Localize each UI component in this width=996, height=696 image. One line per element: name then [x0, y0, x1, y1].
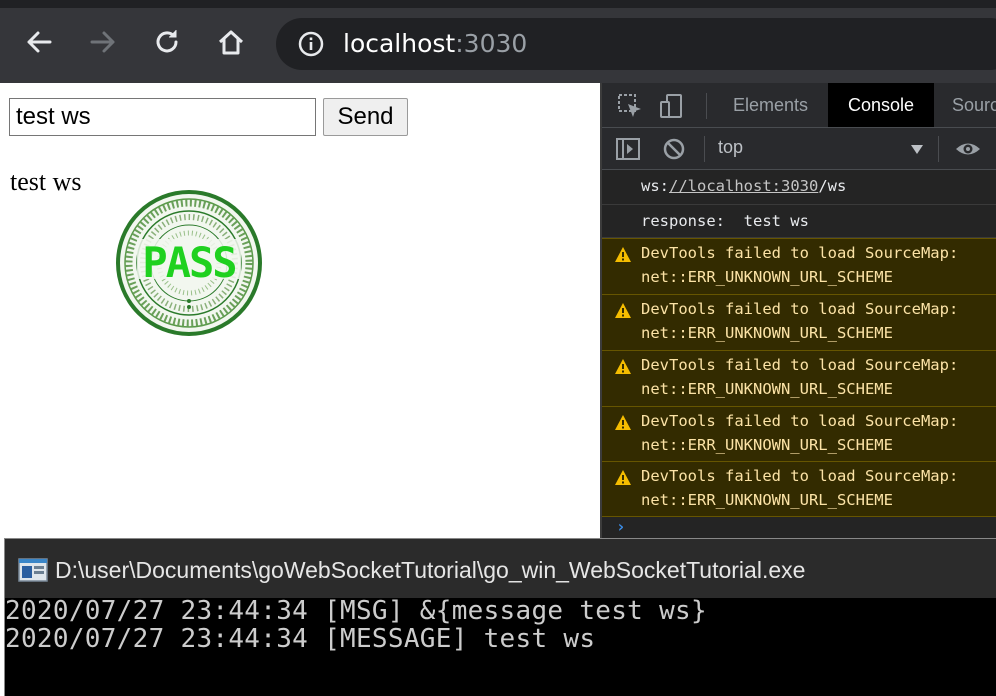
browser-toolbar: localhost:3030 [0, 8, 996, 83]
warning-text-line1: DevTools failed to load SourceMap: [641, 467, 959, 485]
warning-icon [615, 247, 631, 262]
devtools-tab-bar: Elements Console Sourc [602, 83, 996, 128]
warning-icon [615, 470, 631, 485]
warning-icon [615, 359, 631, 374]
console-warning-row: DevTools failed to load SourceMap: net::… [602, 406, 996, 462]
toolbar-divider [938, 136, 939, 162]
console-warning-row: DevTools failed to load SourceMap: net::… [602, 461, 996, 517]
log-text: /ws [818, 177, 847, 195]
url-port: :3030 [455, 29, 528, 58]
warning-text-line2: net::ERR_UNKNOWN_URL_SCHEME [641, 324, 893, 342]
console-app-icon [18, 558, 48, 582]
console-warning-row: DevTools failed to load SourceMap: net::… [602, 294, 996, 350]
warning-text-line2: net::ERR_UNKNOWN_URL_SCHEME [641, 380, 893, 398]
back-button[interactable] [19, 22, 59, 62]
home-icon [218, 30, 244, 55]
inspect-element-icon[interactable] [616, 92, 644, 120]
log-text: ws: [641, 177, 669, 195]
console-prompt[interactable]: › [616, 517, 626, 536]
tab-elements[interactable]: Elements [713, 83, 828, 127]
terminal-line: 2020/07/27 23:44:34 [MESSAGE] test ws [5, 624, 596, 654]
console-warning-row: DevTools failed to load SourceMap: net::… [602, 350, 996, 406]
clear-console-icon[interactable] [660, 135, 688, 163]
tab-sources[interactable]: Sourc [932, 83, 996, 127]
context-selector[interactable]: top [718, 137, 743, 158]
tab-console[interactable]: Console [828, 83, 935, 127]
forward-arrow-icon [90, 31, 115, 53]
console-toolbar: top [602, 128, 996, 170]
reload-button[interactable] [147, 22, 187, 62]
devtools-panel: Elements Console Sourc top ws://localhos… [600, 83, 996, 539]
info-icon[interactable] [298, 31, 324, 57]
console-log-row: response: test ws [602, 205, 996, 238]
eye-icon[interactable] [954, 135, 982, 163]
page-viewport: Send test ws PASS [0, 83, 600, 539]
console-output: ws://localhost:3030/ws response: test ws… [602, 170, 996, 539]
warning-text-line1: DevTools failed to load SourceMap: [641, 244, 959, 262]
back-arrow-icon [27, 31, 52, 53]
warning-text-line1: DevTools failed to load SourceMap: [641, 356, 959, 374]
terminal-line: 2020/07/27 23:44:34 [MSG] &{message test… [5, 596, 707, 626]
device-toolbar-icon[interactable] [658, 92, 686, 120]
toolbar-divider [706, 93, 707, 119]
echo-message: test ws [10, 167, 82, 196]
address-bar[interactable]: localhost:3030 [276, 18, 996, 70]
warning-icon [615, 303, 631, 318]
chevron-down-icon[interactable] [911, 145, 923, 154]
pass-stamp-image: PASS [116, 190, 262, 336]
terminal-output: 2020/07/27 23:44:34 [MSG] &{message test… [5, 596, 996, 696]
stamp-pass-text: PASS [142, 238, 235, 287]
tab-strip [0, 0, 996, 8]
toolbar-divider [704, 136, 705, 162]
warning-text-line2: net::ERR_UNKNOWN_URL_SCHEME [641, 491, 893, 509]
home-button[interactable] [211, 22, 251, 62]
terminal-title: D:\user\Documents\goWebSocketTutorial\go… [55, 557, 806, 583]
reload-icon [156, 30, 178, 53]
message-input[interactable] [9, 98, 316, 136]
sidebar-toggle-icon[interactable] [614, 135, 642, 163]
console-log-row: ws://localhost:3030/ws [602, 170, 996, 205]
terminal-title-bar[interactable]: D:\user\Documents\goWebSocketTutorial\go… [5, 539, 996, 599]
url-text[interactable]: localhost:3030 [343, 28, 527, 60]
warning-text-line2: net::ERR_UNKNOWN_URL_SCHEME [641, 436, 893, 454]
warning-text-line2: net::ERR_UNKNOWN_URL_SCHEME [641, 268, 893, 286]
log-text: response: test ws [641, 212, 809, 230]
warning-text-line1: DevTools failed to load SourceMap: [641, 300, 959, 318]
warning-icon [615, 415, 631, 430]
send-button[interactable]: Send [323, 98, 408, 136]
url-host: localhost [343, 29, 456, 58]
warning-text-line1: DevTools failed to load SourceMap: [641, 412, 959, 430]
log-link[interactable]: //localhost:3030 [669, 177, 818, 195]
console-warning-row: DevTools failed to load SourceMap: net::… [602, 238, 996, 294]
terminal-window: D:\user\Documents\goWebSocketTutorial\go… [4, 538, 996, 696]
forward-button[interactable] [83, 22, 123, 62]
